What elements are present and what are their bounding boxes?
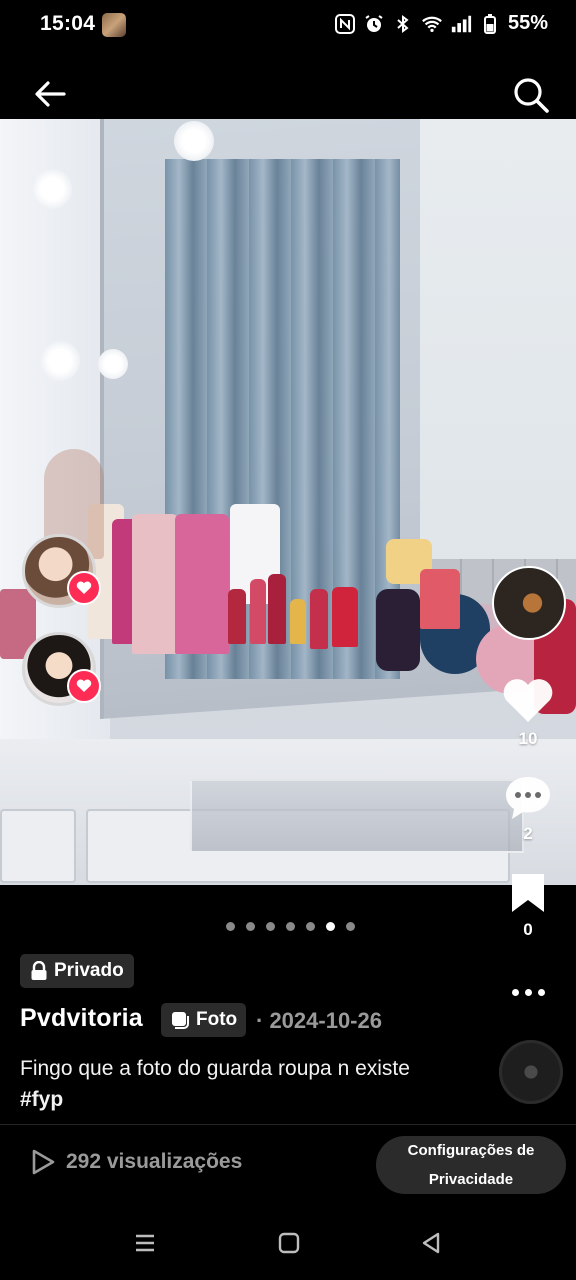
signal-icon bbox=[450, 13, 472, 35]
search-icon bbox=[514, 78, 549, 113]
like-button[interactable] bbox=[500, 676, 556, 726]
post-date: · 2024-10-26 bbox=[256, 1008, 382, 1033]
triangle-back-icon bbox=[422, 1232, 440, 1254]
privacy-badge: Privado bbox=[20, 954, 134, 988]
carousel-indicator bbox=[0, 922, 576, 931]
menu-icon bbox=[136, 1234, 154, 1252]
back-button[interactable] bbox=[30, 74, 70, 114]
recent-apps-button[interactable] bbox=[132, 1230, 158, 1256]
post-type-label: Foto bbox=[196, 1009, 238, 1030]
hashtag-link[interactable]: #fyp bbox=[20, 1088, 63, 1111]
play-icon bbox=[32, 1149, 55, 1175]
heart-icon bbox=[503, 679, 553, 722]
battery-percent: 55% bbox=[507, 12, 548, 34]
home-square-icon bbox=[278, 1232, 300, 1254]
nfc-icon bbox=[334, 13, 356, 35]
system-nav-bar bbox=[0, 1206, 576, 1280]
bluetooth-icon bbox=[392, 13, 414, 35]
divider bbox=[0, 1124, 576, 1125]
username[interactable]: Pvdvitoria bbox=[20, 1004, 143, 1033]
search-button[interactable] bbox=[510, 74, 552, 116]
caption-text: Fingo que a foto do guarda roupa n exist… bbox=[20, 1057, 410, 1080]
comment-count: 2 bbox=[523, 824, 533, 843]
notification-avatar-icon bbox=[102, 13, 126, 37]
home-button[interactable] bbox=[276, 1230, 302, 1256]
creator-avatar[interactable] bbox=[492, 566, 566, 640]
alarm-icon bbox=[363, 13, 385, 35]
photo-icon bbox=[172, 1012, 189, 1029]
privacy-settings-button[interactable]: Configurações de Privacidade bbox=[376, 1136, 566, 1194]
battery-icon bbox=[479, 13, 501, 35]
save-button[interactable] bbox=[510, 872, 546, 914]
carousel-dot bbox=[285, 922, 295, 931]
comment-button[interactable] bbox=[503, 774, 553, 822]
bookmark-icon bbox=[512, 874, 544, 912]
settings-line-1: Configurações de bbox=[407, 1142, 535, 1159]
status-icons: 55% bbox=[334, 12, 548, 35]
status-time: 15:04 bbox=[40, 12, 96, 35]
post-type-badge: Foto bbox=[161, 1003, 247, 1037]
lock-icon bbox=[31, 961, 47, 980]
carousel-dot bbox=[225, 922, 235, 931]
arrow-left-icon bbox=[35, 81, 66, 107]
views-count[interactable]: 292 visualizações bbox=[30, 1148, 242, 1176]
wifi-icon bbox=[421, 13, 443, 35]
more-options-button[interactable] bbox=[506, 980, 550, 1004]
music-disc-icon[interactable] bbox=[499, 1040, 563, 1104]
carousel-dot bbox=[245, 922, 255, 931]
like-count: 10 bbox=[518, 729, 538, 748]
carousel-dot bbox=[345, 922, 355, 931]
post-photo[interactable] bbox=[0, 119, 576, 885]
liked-heart-icon bbox=[67, 571, 101, 605]
settings-line-2: Privacidade bbox=[428, 1171, 514, 1188]
system-back-button[interactable] bbox=[418, 1230, 444, 1256]
carousel-dot bbox=[305, 922, 315, 931]
post-caption: Fingo que a foto do guarda roupa n exist… bbox=[20, 1053, 440, 1115]
views-label: 292 visualizações bbox=[66, 1150, 243, 1173]
comment-icon bbox=[506, 777, 550, 819]
liked-heart-icon bbox=[67, 669, 101, 703]
privacy-label: Privado bbox=[54, 960, 124, 981]
carousel-dot bbox=[325, 922, 335, 931]
carousel-dot bbox=[265, 922, 275, 931]
status-bar: 15:04 55% bbox=[0, 0, 576, 52]
